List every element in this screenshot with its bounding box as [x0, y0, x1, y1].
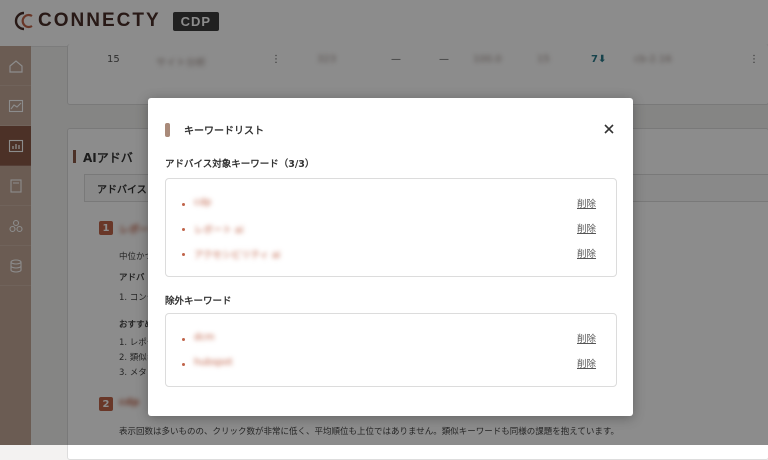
excluded-keywords-heading: 除外キーワード: [165, 296, 232, 307]
keyword-text: レポート ai: [194, 225, 244, 236]
keyword-text: hubspot: [194, 357, 233, 368]
advice-keywords-heading: アドバイス対象キーワード（3/3）: [165, 159, 315, 170]
modal-title: キーワードリスト: [184, 126, 264, 137]
keyword-list-modal: キーワードリスト アドバイス対象キーワード（3/3） cdp 削除 レポート a…: [148, 98, 633, 416]
list-item: dcm 削除: [166, 332, 616, 353]
delete-link[interactable]: 削除: [577, 356, 596, 370]
bullet: [182, 338, 185, 341]
list-item: hubspot 削除: [166, 357, 616, 378]
bullet: [182, 228, 185, 231]
delete-link[interactable]: 削除: [577, 331, 596, 345]
list-item: レポート ai 削除: [166, 224, 616, 243]
delete-link[interactable]: 削除: [577, 246, 596, 260]
delete-link[interactable]: 削除: [577, 196, 596, 210]
advice-keywords-list: cdp 削除 レポート ai 削除 アクセシビリティ ai 削除: [165, 178, 617, 277]
keyword-text: cdp: [194, 197, 212, 208]
keyword-text: dcm: [194, 332, 215, 343]
delete-link[interactable]: 削除: [577, 221, 596, 235]
list-item: cdp 削除: [166, 197, 616, 218]
keyword-text: アクセシビリティ ai: [194, 250, 281, 261]
close-icon: [604, 124, 614, 134]
close-button[interactable]: [601, 121, 617, 137]
bullet: [182, 363, 185, 366]
modal-header: キーワードリスト: [165, 122, 264, 137]
list-item: アクセシビリティ ai 削除: [166, 249, 616, 268]
bullet: [182, 203, 185, 206]
title-accent-bar: [165, 122, 170, 137]
bullet: [182, 253, 185, 256]
excluded-keywords-list: dcm 削除 hubspot 削除: [165, 313, 617, 387]
